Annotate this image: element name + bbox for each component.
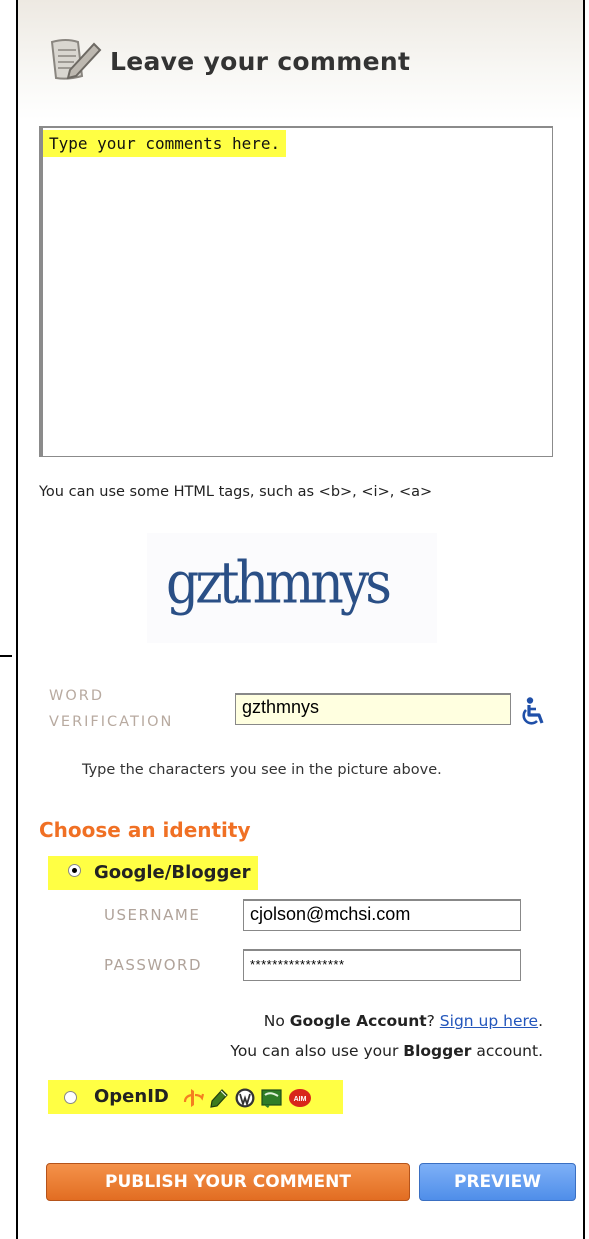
comment-placeholder[interactable]: Type your comments here. xyxy=(43,130,287,157)
no-account-mid: ? xyxy=(426,1012,440,1030)
word-verification-help: Type the characters you see in the pictu… xyxy=(82,762,442,778)
html-tags-hint: You can use some HTML tags, such as <b>,… xyxy=(39,484,433,500)
word-verification-input[interactable]: gzthmnys xyxy=(235,693,511,725)
no-account-prefix: No xyxy=(263,1012,290,1030)
signup-link[interactable]: Sign up here xyxy=(440,1012,538,1030)
also-suffix: account. xyxy=(471,1042,543,1060)
username-label: USERNAME xyxy=(104,906,201,924)
openid-radio[interactable] xyxy=(64,1091,77,1104)
publish-comment-button[interactable]: PUBLISH YOUR COMMENT xyxy=(46,1163,410,1201)
typepad-icon[interactable] xyxy=(260,1087,284,1109)
comment-textarea[interactable] xyxy=(39,126,553,457)
openid-label[interactable]: OpenID xyxy=(94,1086,169,1107)
google-radio[interactable] xyxy=(68,864,81,877)
edge-mark xyxy=(0,655,12,657)
google-identity-label[interactable]: Google/Blogger xyxy=(94,862,250,883)
aim-icon[interactable]: AIM xyxy=(288,1087,312,1109)
word-verification-label: WORD VERIFICATION xyxy=(49,683,173,735)
also-prefix: You can also use your xyxy=(230,1042,404,1060)
wordpress-icon[interactable] xyxy=(234,1087,256,1109)
word-verification-label-line1: WORD xyxy=(49,688,104,704)
wheelchair-icon[interactable] xyxy=(518,696,550,728)
preview-button[interactable]: PREVIEW xyxy=(419,1163,576,1201)
openid-icon[interactable] xyxy=(182,1087,204,1109)
blogger-text: Blogger xyxy=(403,1042,472,1060)
no-account-text: No Google Account? Sign up here. xyxy=(264,1012,543,1030)
svg-text:AIM: AIM xyxy=(294,1096,307,1103)
livejournal-pencil-icon[interactable] xyxy=(208,1087,230,1109)
identity-heading: Choose an identity xyxy=(39,818,251,842)
password-label: PASSWORD xyxy=(104,956,203,974)
google-account-text: Google Account xyxy=(289,1012,427,1030)
openid-provider-icons: AIM xyxy=(182,1086,312,1110)
captcha-text: gzthmnys xyxy=(166,550,392,618)
page-title: Leave your comment xyxy=(110,47,411,76)
username-input[interactable]: cjolson@mchsi.com xyxy=(243,899,521,931)
password-input[interactable]: ***************** xyxy=(243,949,521,981)
no-account-suffix: . xyxy=(538,1012,543,1030)
note-pencil-icon xyxy=(50,39,102,80)
blogger-account-text: You can also use your Blogger account. xyxy=(230,1042,543,1060)
word-verification-label-line2: VERIFICATION xyxy=(49,714,174,730)
